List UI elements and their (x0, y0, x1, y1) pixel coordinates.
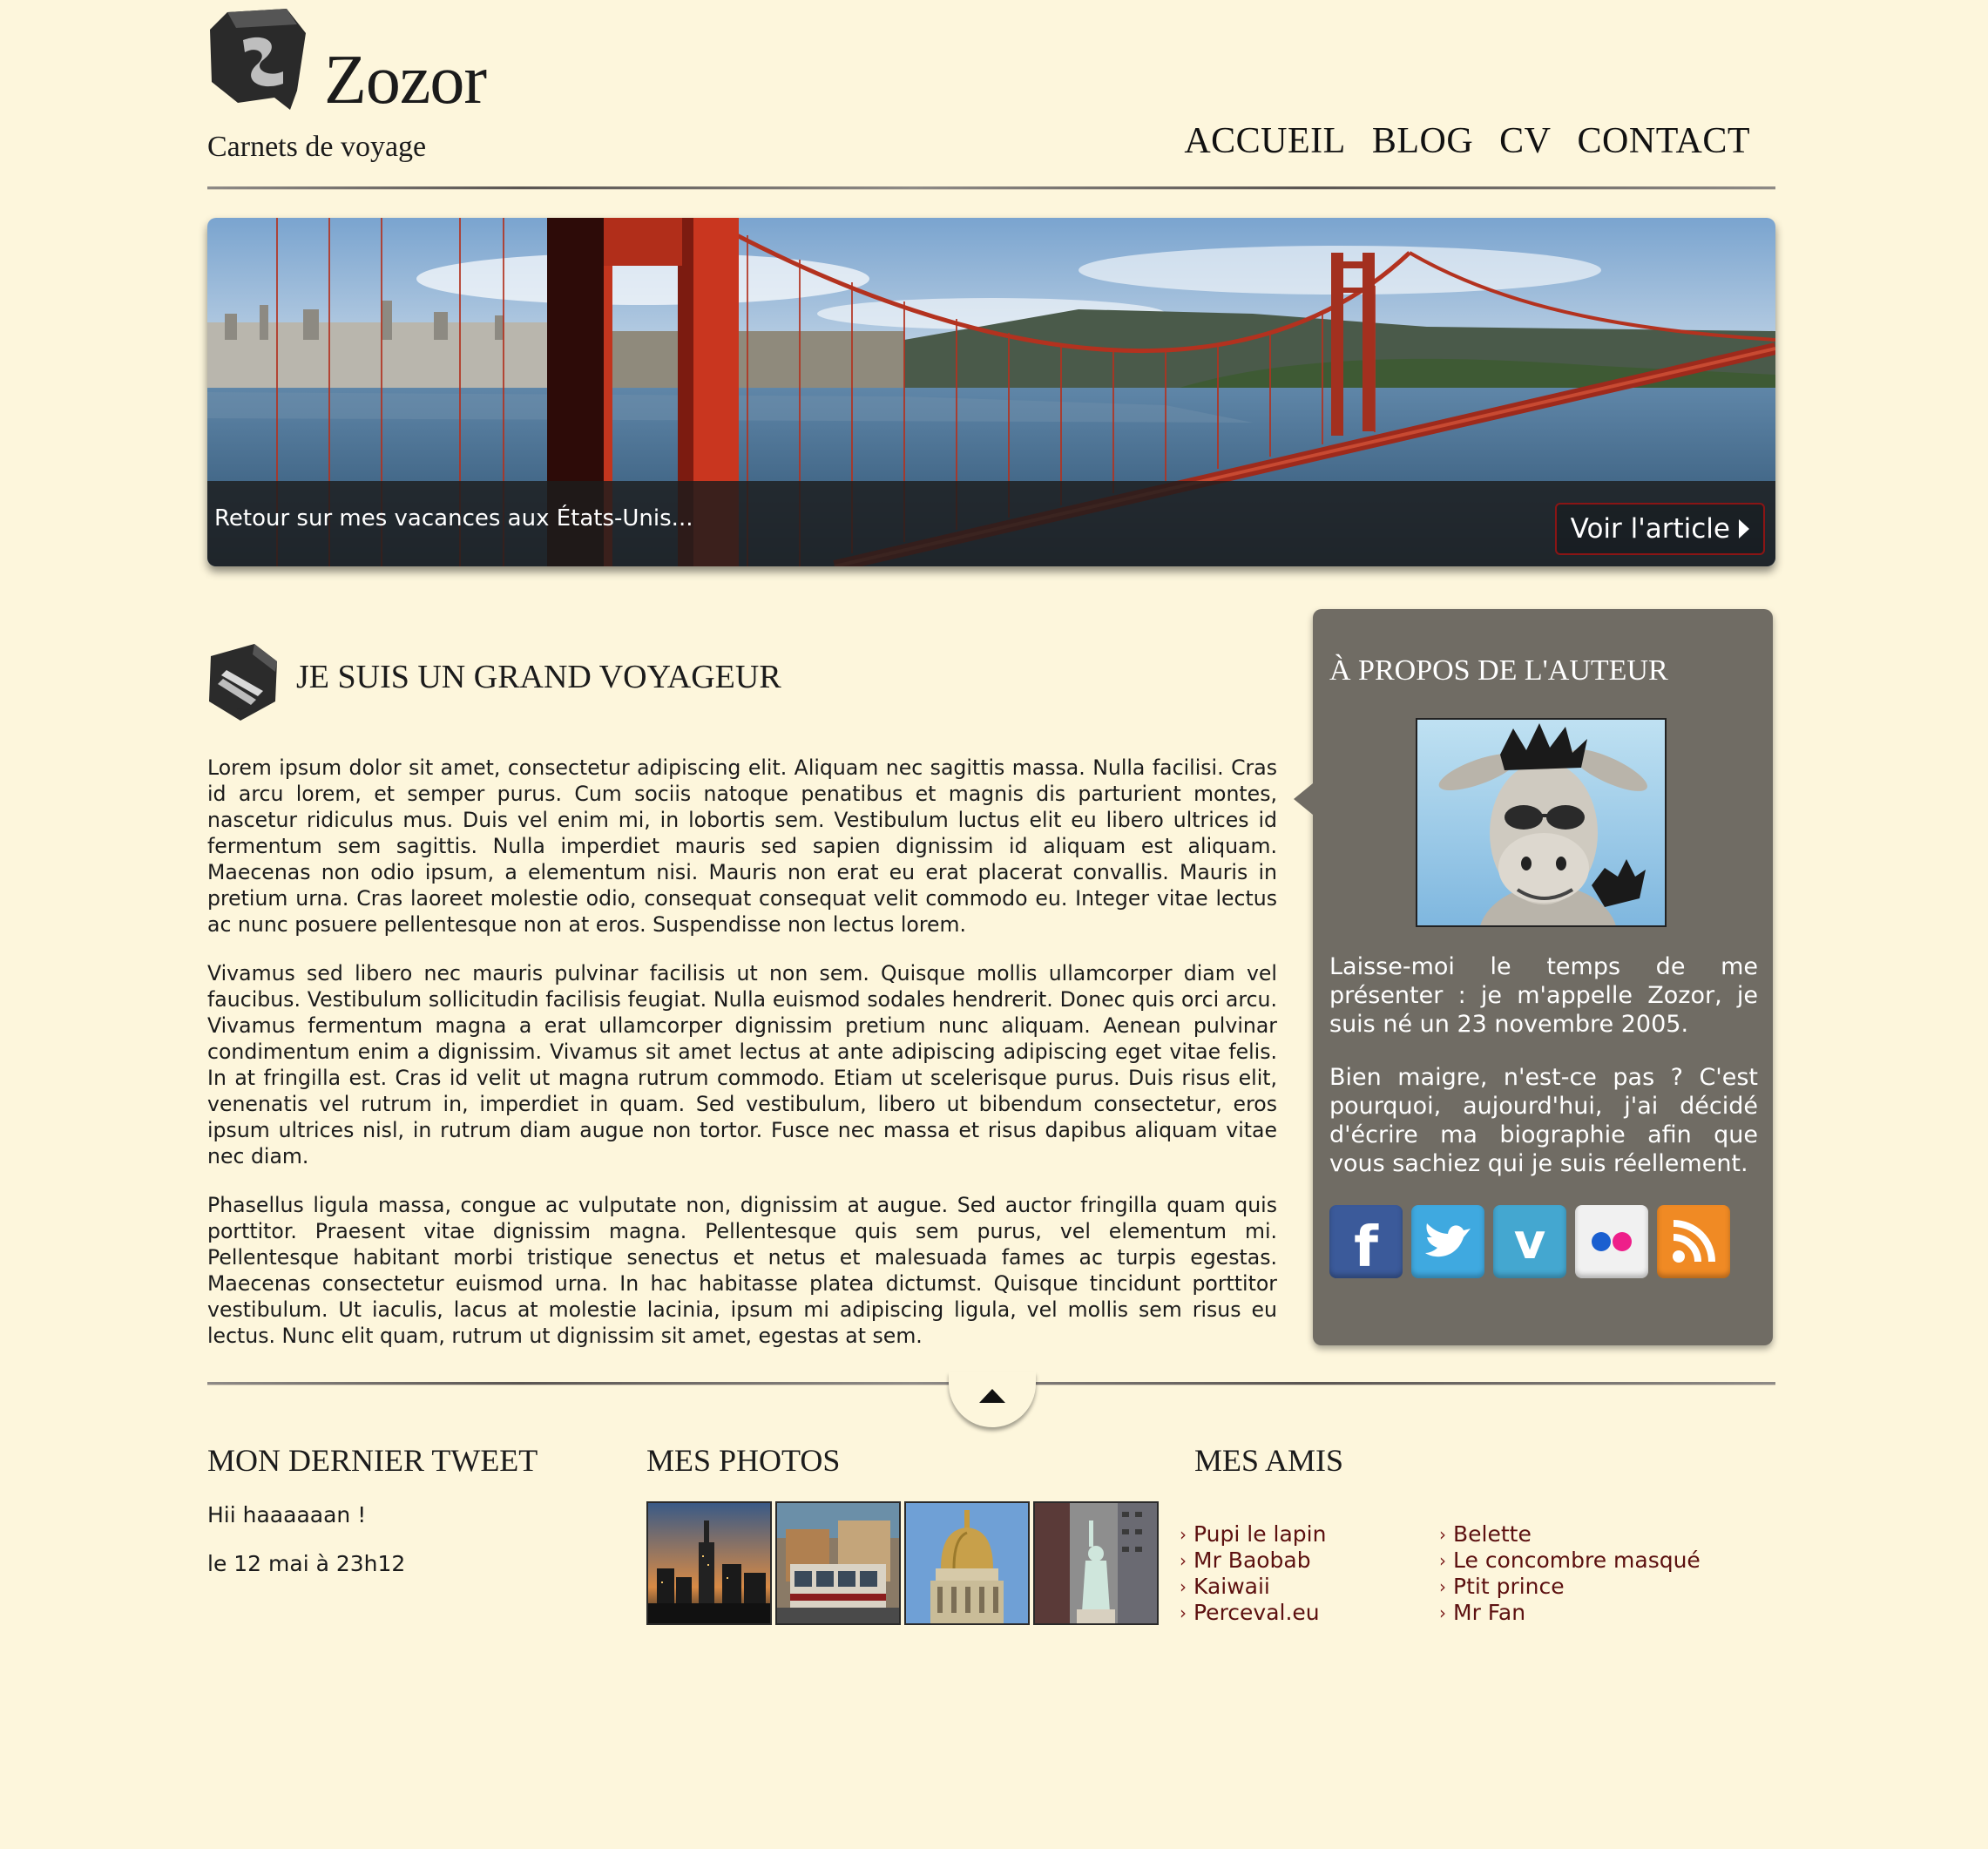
friend-link-label: Perceval.eu (1193, 1600, 1320, 1625)
friend-link[interactable]: › Ptit prince (1439, 1574, 1701, 1600)
chevron-right-icon: › (1180, 1602, 1187, 1623)
author-avatar (1416, 718, 1667, 927)
friends-section-title: MES AMIS (1194, 1443, 1344, 1478)
banner: Retour sur mes vacances aux États-Unis..… (207, 218, 1775, 566)
friend-link[interactable]: › Le concombre masqué (1439, 1548, 1701, 1574)
friend-link-label: Ptit prince (1453, 1574, 1565, 1599)
friend-link-label: Belette (1453, 1521, 1532, 1547)
photo-thumbnail-statue[interactable] (1033, 1501, 1159, 1625)
scroll-to-top-button[interactable] (949, 1372, 1036, 1427)
friend-link-label: Le concombre masqué (1453, 1548, 1701, 1573)
tweet-section-title: MON DERNIER TWEET (207, 1443, 538, 1478)
vimeo-icon[interactable]: v (1493, 1205, 1566, 1278)
article-paragraph: Lorem ipsum dolor sit amet, consectetur … (207, 755, 1277, 937)
sidebar-title: À PROPOS DE L'AUTEUR (1329, 654, 1668, 687)
chevron-right-icon: › (1180, 1576, 1187, 1597)
article-title: JE SUIS UN GRAND VOYAGEUR (296, 659, 781, 695)
social-links: f v (1329, 1205, 1730, 1278)
tweet-date: le 12 mai à 23h12 (207, 1551, 406, 1576)
friend-link[interactable]: › Belette (1439, 1521, 1701, 1548)
friend-link[interactable]: › Perceval.eu (1180, 1600, 1326, 1626)
photo-thumbnail-skyline[interactable] (646, 1501, 772, 1625)
friend-link-label: Pupi le lapin (1193, 1521, 1327, 1547)
nav-accueil[interactable]: ACCUEIL (1184, 120, 1346, 162)
photo-gallery (646, 1501, 1159, 1625)
pen-icon (206, 640, 281, 724)
chevron-right-icon: › (1439, 1550, 1446, 1571)
site-title[interactable]: Zozor (324, 45, 487, 115)
article-paragraph: Vivamus sed libero nec mauris pulvinar f… (207, 961, 1277, 1168)
banner-caption-bar: Retour sur mes vacances aux États-Unis..… (207, 481, 1775, 566)
site-subtitle: Carnets de voyage (207, 131, 427, 163)
zozor-logo-icon[interactable] (206, 7, 311, 112)
rss-icon[interactable] (1657, 1205, 1730, 1278)
friend-link-label: Mr Baobab (1193, 1548, 1311, 1573)
chevron-right-icon: › (1439, 1602, 1446, 1623)
read-article-label: Voir l'article (1570, 513, 1730, 545)
friends-list: › Belette › Le concombre masqué › Ptit prin… (1439, 1521, 1701, 1626)
tweet-text: Hii haaaaaan ! (207, 1502, 367, 1527)
chevron-right-icon: › (1439, 1524, 1446, 1545)
photo-thumbnail-dome[interactable] (904, 1501, 1030, 1625)
header-divider (207, 186, 1775, 190)
nav-contact[interactable]: CONTACT (1578, 120, 1750, 162)
chevron-right-icon: › (1439, 1576, 1446, 1597)
friend-link-label: Kaiwaii (1193, 1574, 1270, 1599)
chevron-right-icon: › (1180, 1550, 1187, 1571)
read-article-button[interactable]: Voir l'article (1554, 503, 1765, 555)
article-paragraph: Phasellus ligula massa, congue ac vulput… (207, 1193, 1277, 1348)
twitter-icon[interactable] (1411, 1205, 1484, 1278)
friend-link[interactable]: › Kaiwaii (1180, 1574, 1326, 1600)
friend-link-label: Mr Fan (1453, 1600, 1526, 1625)
author-bio: Laisse-moi le temps de me présenter : je… (1329, 952, 1758, 1202)
friend-link[interactable]: › Mr Fan (1439, 1600, 1701, 1626)
friend-link[interactable]: › Pupi le lapin (1180, 1521, 1326, 1548)
sidebar-pointer (1294, 783, 1313, 815)
facebook-icon[interactable]: f (1329, 1205, 1403, 1278)
about-author-sidebar: À PROPOS DE L'AUTEUR Laisse-moi le temps… (1294, 609, 1773, 1345)
play-arrow-icon (1739, 519, 1749, 538)
nav-cv[interactable]: CV (1499, 120, 1551, 162)
arrow-up-icon (979, 1389, 1005, 1403)
nav-blog[interactable]: BLOG (1372, 120, 1473, 162)
photos-section-title: MES PHOTOS (646, 1443, 841, 1478)
author-bio-paragraph: Bien maigre, n'est-ce pas ? C'est pourqu… (1329, 1064, 1758, 1177)
photo-thumbnail-tram[interactable] (775, 1501, 901, 1625)
flickr-icon[interactable] (1575, 1205, 1648, 1278)
banner-caption-text: Retour sur mes vacances aux États-Unis..… (214, 505, 693, 532)
author-bio-paragraph: Laisse-moi le temps de me présenter : je… (1329, 953, 1758, 1038)
chevron-right-icon: › (1180, 1524, 1187, 1545)
article-body: Lorem ipsum dolor sit amet, consectetur … (207, 755, 1277, 1372)
friend-link[interactable]: › Mr Baobab (1180, 1548, 1326, 1574)
main-nav: ACCUEIL BLOG CV CONTACT (1184, 120, 1750, 162)
friends-list: › Pupi le lapin › Mr Baobab › Kaiwaii › Perc… (1180, 1521, 1326, 1626)
